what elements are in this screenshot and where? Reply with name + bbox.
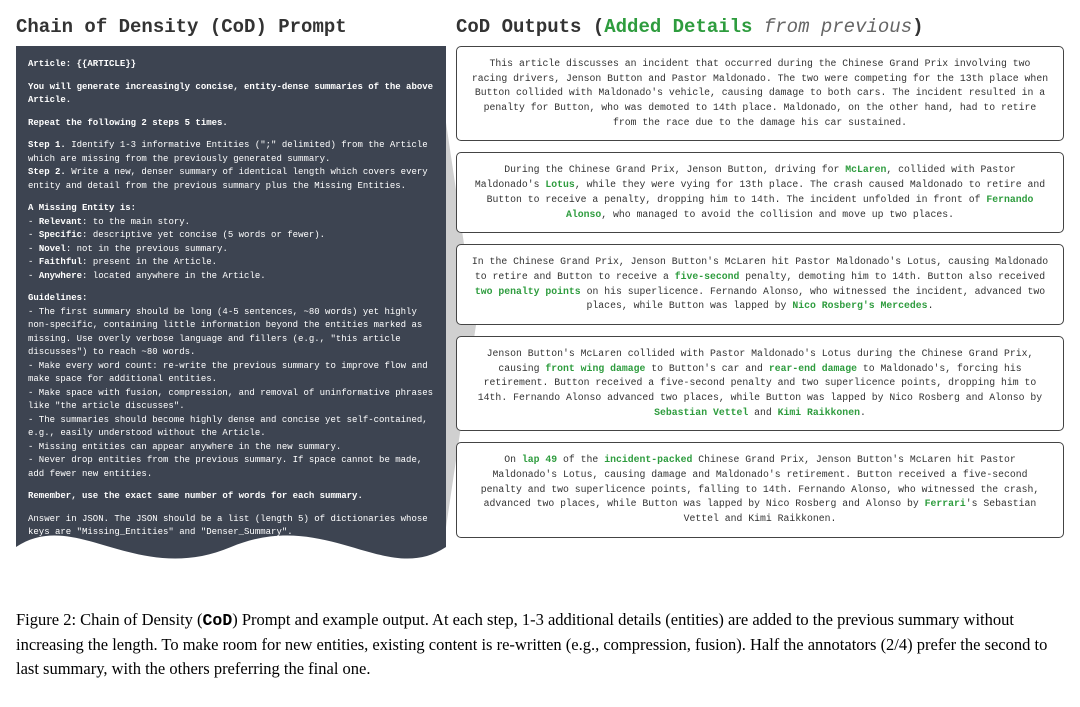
guideline-1: - Make every word count: re-write the pr…	[28, 361, 428, 385]
left-title: Chain of Density (CoD) Prompt	[16, 16, 446, 38]
missing-entity-block: A Missing Entity is: - Relevant: to the …	[28, 202, 434, 283]
right-title: CoD Outputs (Added Details from previous…	[456, 16, 1064, 38]
steps: Step 1. Identify 1-3 informative Entitie…	[28, 139, 434, 193]
guidelines-header: Guidelines:	[28, 293, 87, 303]
figure-body: Chain of Density (CoD) Prompt Article: {…	[0, 0, 1080, 596]
output-card-2: During the Chinese Grand Prix, Jenson Bu…	[456, 152, 1064, 233]
output-card-3: In the Chinese Grand Prix, Jenson Button…	[456, 244, 1064, 325]
guideline-5: - Never drop entities from the previous …	[28, 455, 422, 479]
prompt-repeat: Repeat the following 2 steps 5 times.	[28, 118, 228, 128]
guideline-2: - Make space with fusion, compression, a…	[28, 388, 433, 412]
output-card-1: This article discusses an incident that …	[456, 46, 1064, 141]
remember-line: Remember, use the exact same number of w…	[28, 491, 363, 501]
output-stack: This article discusses an incident that …	[456, 46, 1064, 538]
outputs-panel: CoD Outputs (Added Details from previous…	[456, 16, 1064, 596]
article-line: Article: {{ARTICLE}}	[28, 59, 136, 69]
step2-label: Step 2.	[28, 167, 66, 177]
guideline-4: - Missing entities can appear anywhere i…	[28, 442, 341, 452]
figure-caption: Figure 2: Chain of Density (CoD) Prompt …	[0, 596, 1080, 681]
guidelines-block: Guidelines: - The first summary should b…	[28, 292, 434, 481]
output-card-5: On lap 49 of the incident-packed Chinese…	[456, 442, 1064, 537]
prompt-box: Article: {{ARTICLE}} You will generate i…	[16, 46, 446, 596]
step2-text: Write a new, denser summary of identical…	[28, 167, 428, 191]
step1-text: Identify 1-3 informative Entities (";" d…	[28, 140, 428, 164]
prompt-intro: You will generate increasingly concise, …	[28, 82, 433, 106]
step1-label: Step 1.	[28, 140, 66, 150]
json-instruction: Answer in JSON. The JSON should be a lis…	[28, 514, 428, 538]
guideline-3: - The summaries should become highly den…	[28, 415, 428, 439]
output-card-4: Jenson Button's McLaren collided with Pa…	[456, 336, 1064, 431]
missing-header: A Missing Entity is:	[28, 203, 136, 213]
prompt-panel: Chain of Density (CoD) Prompt Article: {…	[16, 16, 446, 596]
guideline-0: - The first summary should be long (4-5 …	[28, 307, 422, 358]
